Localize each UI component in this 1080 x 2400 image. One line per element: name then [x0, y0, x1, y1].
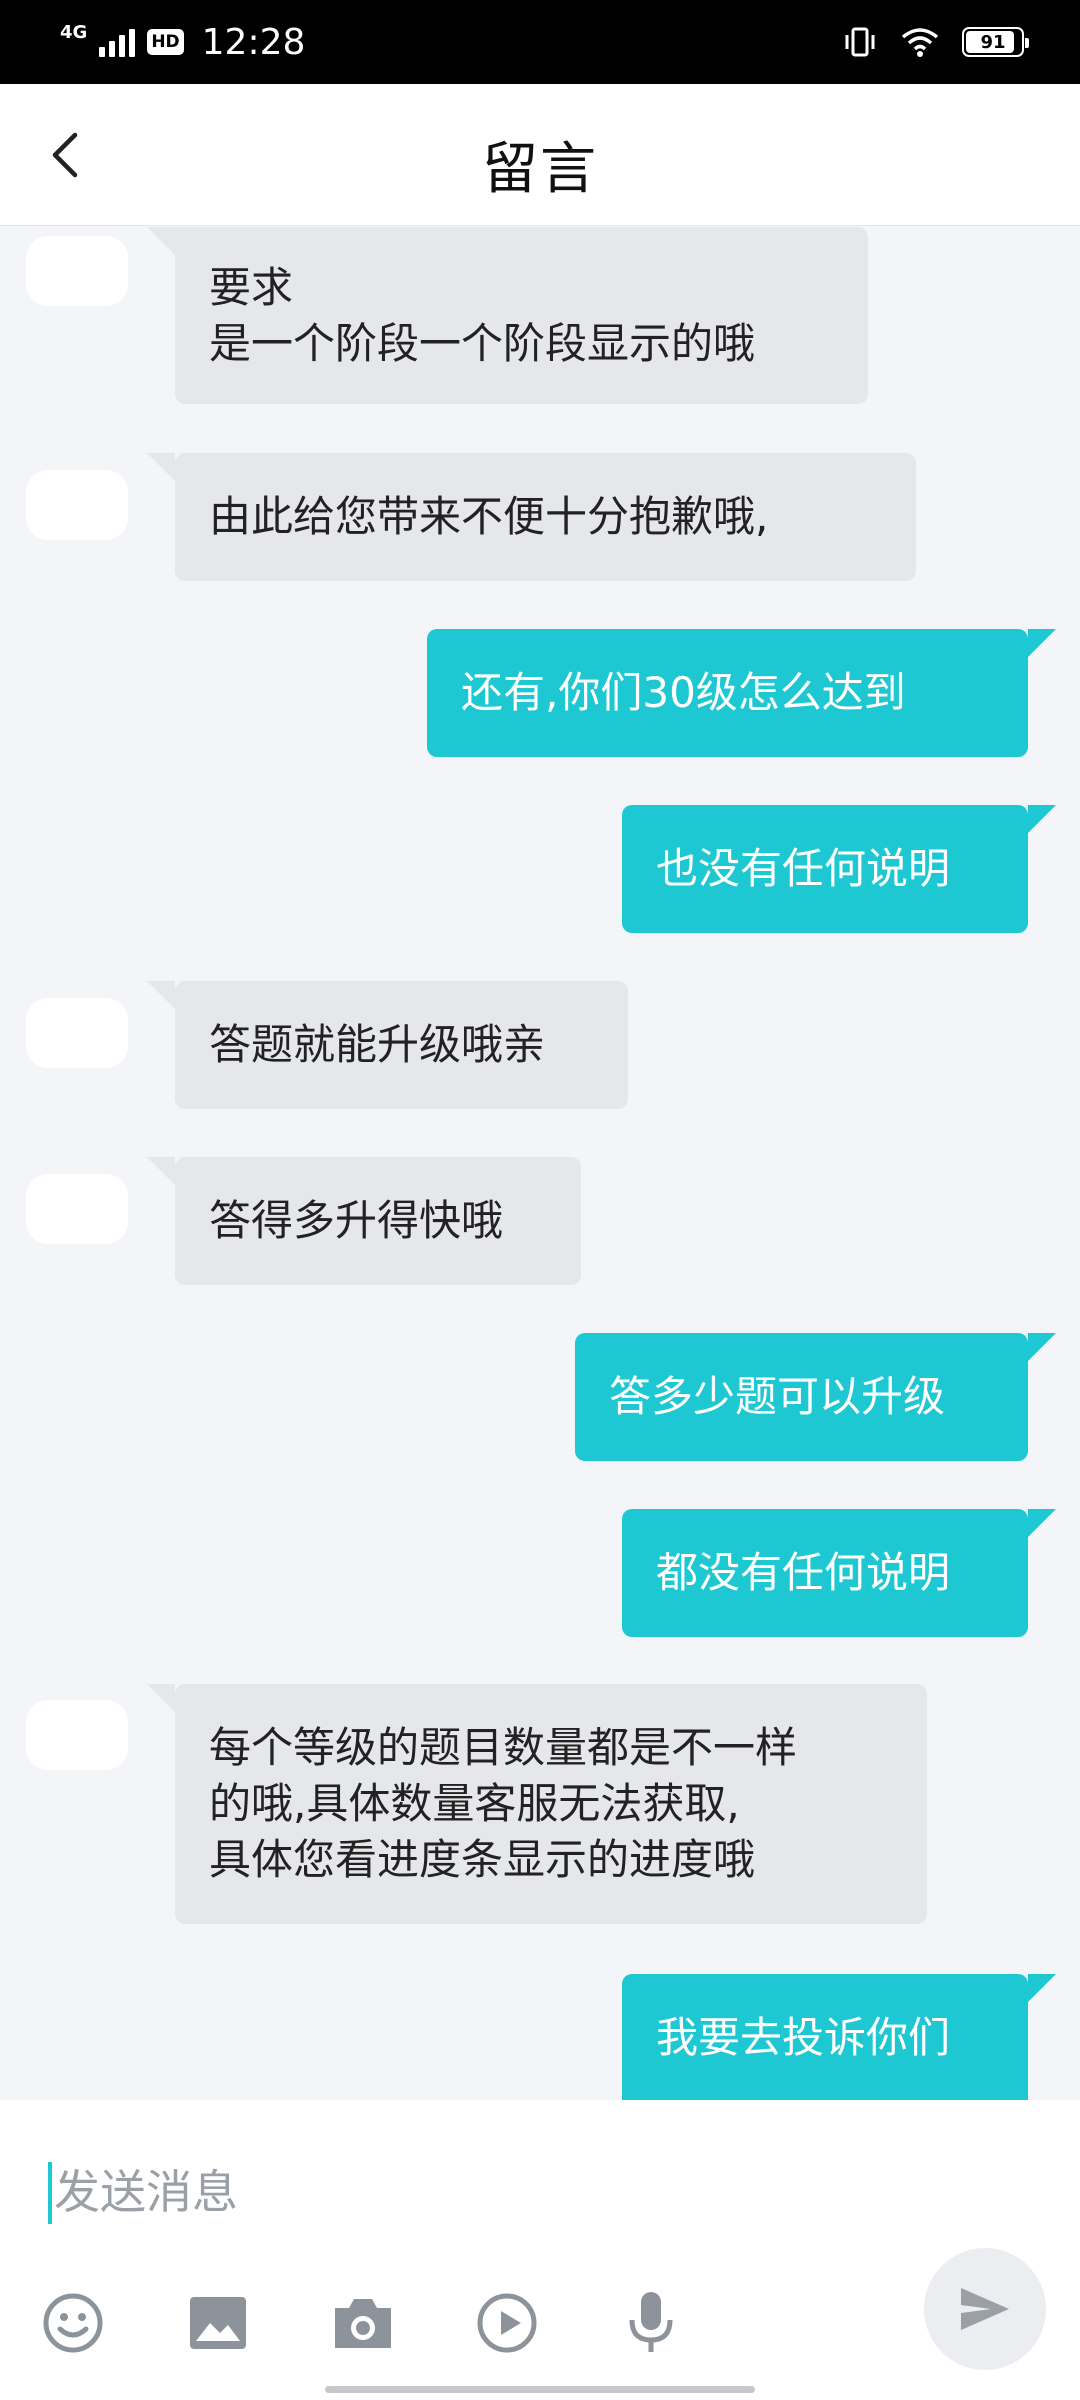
message-list[interactable]: 要求 是一个阶段一个阶段显示的哦 由此给您带来不便十分抱歉哦, 还有,你们30级… [0, 227, 1080, 2100]
message-text: 还有,你们30级怎么达到 [461, 668, 906, 717]
message-text: 都没有任何说明 [656, 1548, 951, 1597]
message-text: 每个等级的题目数量都是不一样 的哦,具体数量客服无法获取, 具体您看进度条显示的… [209, 1723, 798, 1884]
camera-button[interactable] [328, 2288, 398, 2358]
message-bubble[interactable]: 答得多升得快哦 [147, 1157, 581, 1285]
emoji-button[interactable] [38, 2288, 108, 2358]
image-icon [190, 2297, 246, 2349]
battery-level: 91 [980, 31, 1006, 53]
status-bar: 4G HD 12:28 91 [0, 0, 1080, 84]
battery-icon: 91 [962, 27, 1029, 57]
message-text: 也没有任何说明 [656, 844, 951, 893]
message-bubble[interactable]: 还有,你们30级怎么达到 [427, 629, 1056, 757]
header-bar: 留言 [0, 84, 1080, 226]
camera-icon [335, 2299, 391, 2348]
message-bubble[interactable]: 答题就能升级哦亲 [147, 981, 628, 1109]
message-text: 要求 是一个阶段一个阶段显示的哦 [209, 262, 756, 368]
voice-button[interactable] [616, 2288, 686, 2358]
video-play-icon [477, 2293, 537, 2353]
agent-avatar[interactable] [26, 1174, 128, 1244]
message-bubble[interactable]: 我要去投诉你们 [622, 1974, 1056, 2100]
message-text: 我要去投诉你们 [656, 2013, 951, 2062]
message-input[interactable] [52, 2152, 842, 2232]
image-button[interactable] [183, 2288, 253, 2358]
message-text: 由此给您带来不便十分抱歉哦, [209, 492, 769, 541]
page-title: 留言 [482, 137, 598, 202]
send-button[interactable] [924, 2248, 1046, 2370]
send-icon [961, 2288, 1009, 2330]
status-left: 4G HD 12:28 [60, 18, 305, 66]
agent-avatar[interactable] [26, 236, 128, 306]
message-bubble[interactable]: 要求 是一个阶段一个阶段显示的哦 [147, 227, 868, 404]
message-bubble[interactable]: 答多少题可以升级 [575, 1333, 1056, 1461]
message-text: 答题就能升级哦亲 [209, 1020, 546, 1069]
message-text: 答多少题可以升级 [609, 1372, 946, 1421]
hd-badge: HD [147, 29, 184, 55]
vibrate-icon [845, 27, 875, 57]
status-right: 91 [842, 18, 1029, 66]
emoji-icon [43, 2293, 103, 2353]
message-bubble[interactable]: 每个等级的题目数量都是不一样 的哦,具体数量客服无法获取, 具体您看进度条显示的… [147, 1684, 927, 1924]
home-indicator[interactable] [325, 2386, 755, 2393]
agent-avatar[interactable] [26, 470, 128, 540]
message-text: 答得多升得快哦 [209, 1196, 504, 1245]
microphone-icon [629, 2292, 673, 2352]
message-input-box[interactable] [48, 2152, 848, 2232]
signal-icon [99, 27, 136, 57]
message-bubble[interactable]: 由此给您带来不便十分抱歉哦, [147, 453, 916, 581]
network-type: 4G [60, 21, 88, 43]
agent-avatar[interactable] [26, 1700, 128, 1770]
message-bubble[interactable]: 也没有任何说明 [622, 805, 1056, 933]
composer [0, 2100, 1080, 2400]
agent-avatar[interactable] [26, 998, 128, 1068]
wifi-icon [901, 28, 939, 57]
message-bubble[interactable]: 都没有任何说明 [622, 1509, 1056, 1637]
clock: 12:28 [201, 21, 306, 63]
video-button[interactable] [472, 2288, 542, 2358]
